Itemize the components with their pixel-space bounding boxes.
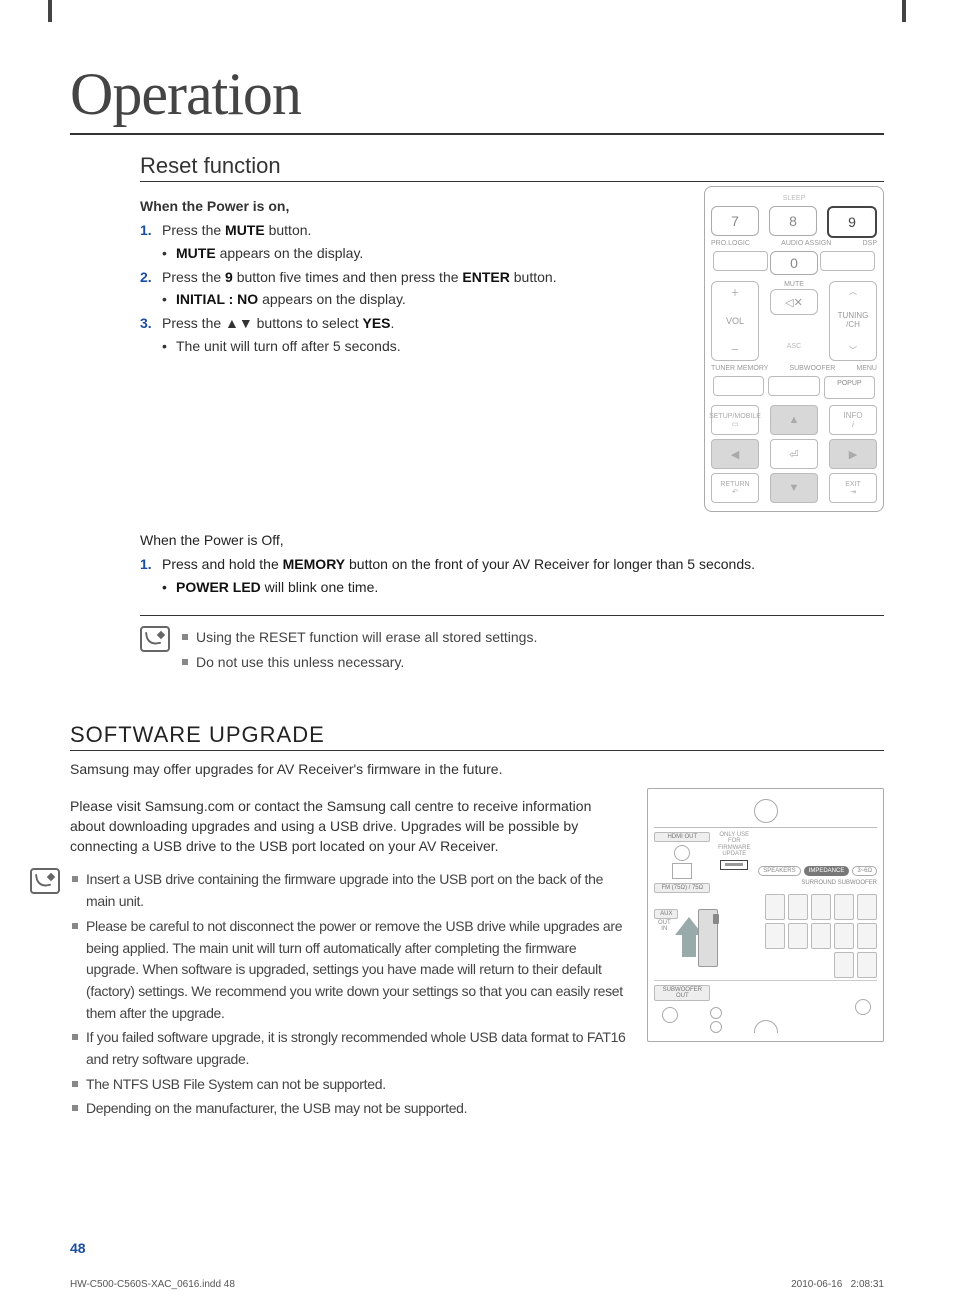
remote-key-8: 8 bbox=[769, 206, 817, 236]
reset-off-step1-sub: POWER LED will blink one time. bbox=[162, 577, 884, 597]
reset-on-step3: 3.Press the ▲▼ buttons to select YES. bbox=[140, 313, 684, 333]
page-number: 48 bbox=[70, 1240, 86, 1256]
remote-exit: EXIT⇥ bbox=[829, 473, 877, 503]
remote-info: INFOi bbox=[829, 405, 877, 435]
software-p2: Please visit Samsung.com or contact the … bbox=[70, 796, 629, 857]
usb-arrow bbox=[678, 917, 700, 957]
remote-enter: ⏎ bbox=[770, 439, 818, 469]
chapter-title: Operation bbox=[70, 60, 884, 135]
rear-panel-diagram: HDMI OUT FM (75Ω) / 75Ω ONLY USE FOR FIR… bbox=[647, 788, 884, 1123]
remote-vol: ＋VOL－ bbox=[711, 281, 759, 361]
footer: HW-C500-C560S-XAC_0616.indd 48 2010-06-1… bbox=[70, 1279, 884, 1290]
remote-key-7: 7 bbox=[711, 206, 759, 236]
reset-on-step1-sub: MUTE appears on the display. bbox=[162, 243, 684, 263]
remote-key-9: 9 bbox=[827, 206, 877, 238]
remote-setup: SETUP/MOBILE▭ bbox=[711, 405, 759, 435]
remote-return: RETURN↶ bbox=[711, 473, 759, 503]
reset-notes: Using the RESET function will erase all … bbox=[182, 624, 537, 676]
reset-on-step2-sub: INITIAL : NO appears on the display. bbox=[162, 289, 684, 309]
remote-diagram: SLEEP 7 8 9 PRO.LOGICAUDIO ASSIGNDSP 0 ＋… bbox=[704, 186, 884, 512]
remote-key-0: 0 bbox=[770, 251, 818, 275]
remote-down: ▼ bbox=[770, 473, 818, 503]
reset-on-step1: 1.Press the MUTE button. bbox=[140, 220, 684, 240]
section-reset: Reset function bbox=[140, 153, 884, 182]
reset-on-heading: When the Power is on, bbox=[140, 196, 684, 216]
section-software: SOFTWARE UPGRADE bbox=[70, 722, 884, 751]
remote-tuning: ︿TUNING /CH﹀ bbox=[829, 281, 877, 361]
software-notes: Insert a USB drive containing the firmwa… bbox=[72, 866, 629, 1123]
remote-up: ▲ bbox=[770, 405, 818, 435]
remote-mute: ◁✕ bbox=[770, 289, 818, 315]
reset-off-step1: 1.Press and hold the MEMORY button on th… bbox=[140, 554, 884, 574]
remote-right: ▶ bbox=[829, 439, 877, 469]
reset-on-step3-sub: The unit will turn off after 5 seconds. bbox=[162, 336, 684, 356]
reset-off-heading: When the Power is Off, bbox=[140, 530, 884, 550]
reset-on-step2: 2.Press the 9 button five times and then… bbox=[140, 267, 684, 287]
software-intro: Samsung may offer upgrades for AV Receiv… bbox=[70, 759, 884, 779]
note-icon bbox=[30, 868, 60, 894]
note-icon bbox=[140, 626, 170, 652]
usb-port bbox=[720, 860, 748, 870]
remote-left: ◀ bbox=[711, 439, 759, 469]
usb-drive bbox=[698, 909, 718, 967]
